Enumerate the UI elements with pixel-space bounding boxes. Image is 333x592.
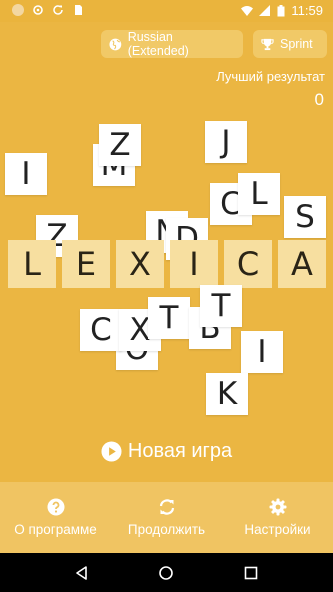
floating-letter-tile: C [80, 309, 122, 351]
title-letter-tile: E [62, 240, 110, 288]
back-icon[interactable] [74, 565, 90, 581]
best-score-value: 0 [314, 90, 324, 109]
floating-letter-tile: S [284, 196, 326, 238]
floating-letter-tile: T [148, 297, 190, 339]
title-letter-tile: L [8, 240, 56, 288]
home-icon[interactable] [158, 565, 174, 581]
sd-card-icon [75, 5, 82, 15]
signal-icon [259, 4, 271, 16]
play-circle-icon [101, 440, 122, 462]
help-circle-icon [47, 498, 64, 516]
floating-letter-tile: Z [99, 124, 141, 166]
system-navigation-bar [0, 553, 333, 592]
floating-letter-tile: T [200, 285, 242, 327]
new-game-button[interactable]: Новая игра [0, 436, 333, 466]
recents-icon[interactable] [243, 565, 259, 581]
bottom-toolbar: О программе Продолжить Настройки [0, 482, 333, 553]
title-letter-tile: I [170, 240, 218, 288]
title-letter-tile: X [116, 240, 164, 288]
globe-icon [109, 38, 122, 50]
settings-gear-icon [33, 5, 43, 15]
trophy-icon [261, 38, 274, 50]
floating-letter-tile: L [238, 173, 280, 215]
floating-letter-tile: J [205, 121, 247, 163]
best-score-label: Лучший результат [216, 69, 325, 84]
continue-button[interactable]: Продолжить [111, 482, 222, 553]
refresh-icon [159, 499, 174, 515]
about-button[interactable]: О программе [0, 482, 111, 553]
language-label: Russian (Extended) [127, 30, 189, 58]
settings-label: Настройки [244, 522, 311, 537]
clock: 11:59 [291, 3, 323, 18]
settings-button[interactable]: Настройки [222, 482, 333, 553]
about-label: О программе [14, 522, 97, 537]
game-mode-label: Sprint [280, 37, 313, 51]
sync-icon [53, 5, 63, 15]
gear-icon [269, 498, 286, 516]
floating-letter-tile: I [241, 331, 283, 373]
new-game-label: Новая игра [127, 439, 233, 462]
game-mode-button[interactable]: Sprint [253, 30, 327, 58]
floating-letter-tile: K [206, 373, 248, 415]
status-bar: 11:59 [0, 0, 333, 22]
wifi-icon [241, 5, 254, 16]
battery-icon [277, 4, 285, 16]
title-letter-tile: A [278, 240, 326, 288]
continue-label: Продолжить [127, 522, 206, 537]
language-button[interactable]: Russian (Extended) [101, 30, 243, 58]
title-letter-tile: C [224, 240, 272, 288]
notification-dot-icon [12, 4, 24, 16]
floating-letter-tile: I [5, 153, 47, 195]
